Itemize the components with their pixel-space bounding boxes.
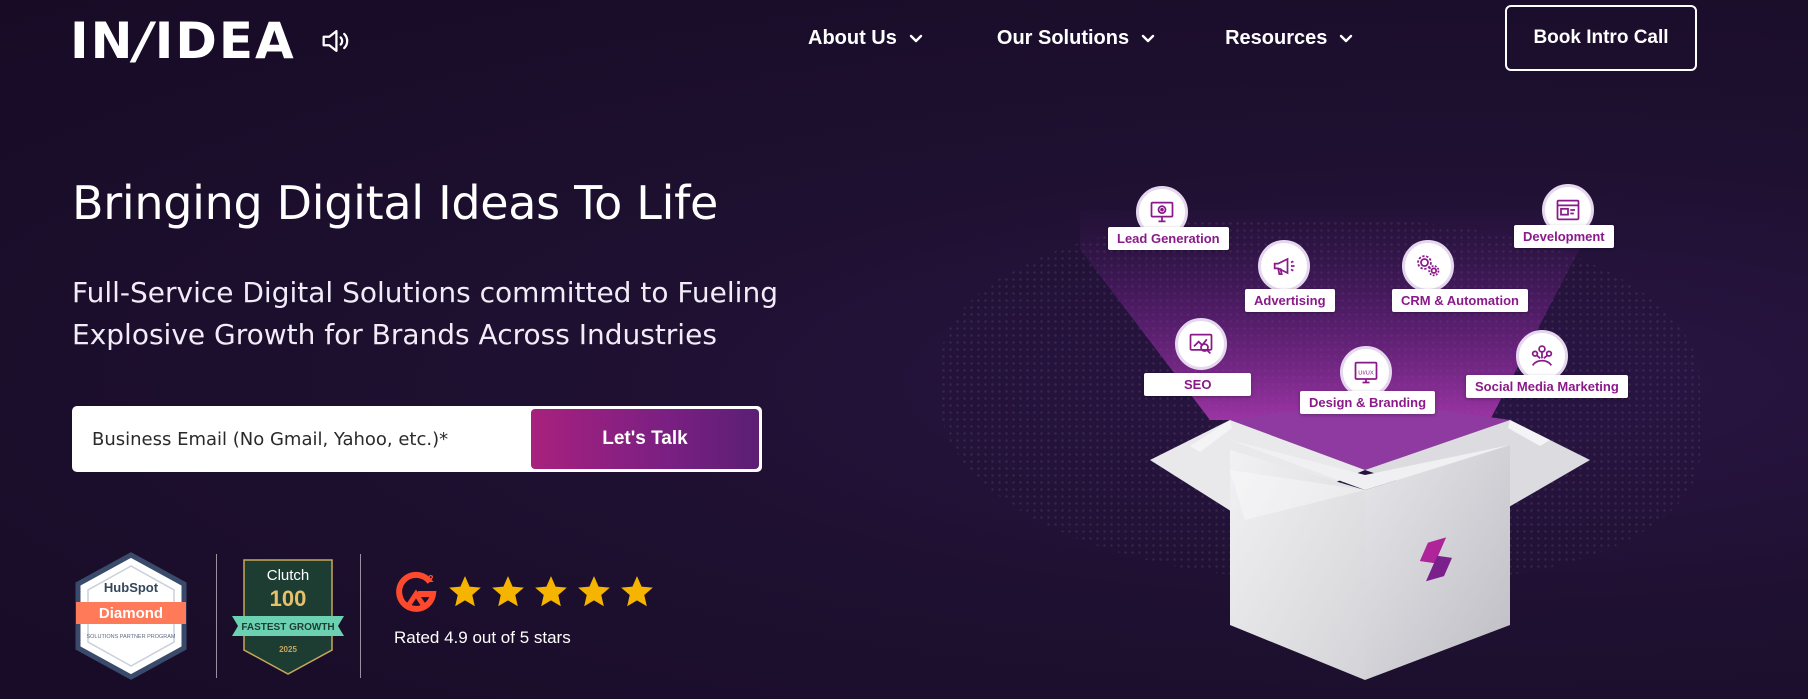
service-crm-automation[interactable]: CRM & Automation bbox=[1392, 289, 1528, 312]
hubspot-caption-text: SOLUTIONS PARTNER PROGRAM bbox=[86, 634, 175, 640]
hubspot-brand-text: HubSpot bbox=[104, 580, 159, 595]
nav-about-us[interactable]: About Us bbox=[808, 22, 923, 54]
nav-our-solutions[interactable]: Our Solutions bbox=[997, 22, 1155, 54]
g2-rating: 2 Rated 4.9 out of 5 stars bbox=[394, 570, 661, 648]
star-icon bbox=[535, 576, 567, 607]
nav-our-solutions-label: Our Solutions bbox=[996, 26, 1130, 49]
nav-resources-label: Resources bbox=[1225, 26, 1328, 49]
hubspot-tier-text: Diamond bbox=[99, 605, 163, 622]
hero-subtitle: Full-Service Digital Solutions committed… bbox=[72, 276, 778, 351]
lets-talk-button[interactable]: Let's Talk bbox=[531, 409, 759, 469]
clutch-brand-text: Clutch bbox=[267, 567, 310, 584]
clutch-100-badge: Clutch 100 FASTEST GROWTH 2025 bbox=[232, 559, 344, 675]
clutch-number-text: 100 bbox=[270, 586, 307, 611]
service-design-branding[interactable]: Design & Branding bbox=[1300, 391, 1436, 414]
service-lead-generation[interactable]: Lead Generation bbox=[1108, 227, 1229, 250]
badge-divider bbox=[216, 554, 217, 678]
g2-logo-icon: 2 bbox=[396, 571, 437, 612]
nav-resources[interactable]: Resources bbox=[1225, 22, 1353, 54]
svg-text:UI/UX: UI/UX bbox=[1358, 370, 1374, 376]
chevron-down-icon bbox=[1141, 34, 1155, 43]
chevron-down-icon bbox=[909, 34, 923, 43]
business-email-input[interactable] bbox=[72, 406, 531, 472]
service-social-media-marketing[interactable]: Social Media Marketing bbox=[1466, 375, 1628, 398]
megaphone-icon bbox=[1258, 240, 1310, 292]
hero-title: Bringing Digital Ideas To Life bbox=[72, 176, 718, 230]
star-icon bbox=[621, 576, 653, 607]
badge-divider bbox=[360, 554, 361, 678]
site-logo[interactable]: IN/IDEA bbox=[70, 14, 352, 68]
star-icon bbox=[578, 576, 610, 607]
clutch-year-text: 2025 bbox=[279, 645, 297, 654]
star-rating bbox=[446, 573, 661, 611]
star-icon bbox=[492, 576, 524, 607]
logo-wordmark: IN/IDEA bbox=[70, 12, 296, 70]
clutch-ribbon-text: FASTEST GROWTH bbox=[241, 622, 334, 633]
hubspot-diamond-badge: HubSpot Diamond SOLUTIONS PARTNER PROGRA… bbox=[75, 552, 187, 680]
service-advertising[interactable]: Advertising bbox=[1245, 289, 1335, 312]
chevron-down-icon bbox=[1340, 34, 1353, 43]
speaker-icon[interactable] bbox=[318, 24, 352, 58]
star-icon bbox=[449, 576, 481, 607]
svg-text:2: 2 bbox=[428, 574, 434, 585]
services-box-illustration: Lead Generation Development Advertising … bbox=[1080, 170, 1640, 690]
service-development[interactable]: Development bbox=[1514, 225, 1614, 248]
book-intro-call-button[interactable]: Book Intro Call bbox=[1505, 5, 1697, 71]
trust-badges: HubSpot Diamond SOLUTIONS PARTNER PROGRA… bbox=[72, 552, 692, 680]
rating-text: Rated 4.9 out of 5 stars bbox=[394, 628, 571, 647]
main-nav: About Us Our Solutions Resources bbox=[808, 22, 1427, 54]
gears-icon bbox=[1402, 240, 1454, 292]
analytics-icon bbox=[1175, 318, 1227, 370]
nav-about-us-label: About Us bbox=[808, 26, 897, 49]
service-seo[interactable]: SEO bbox=[1144, 373, 1252, 396]
email-signup-form: Let's Talk bbox=[72, 406, 762, 472]
